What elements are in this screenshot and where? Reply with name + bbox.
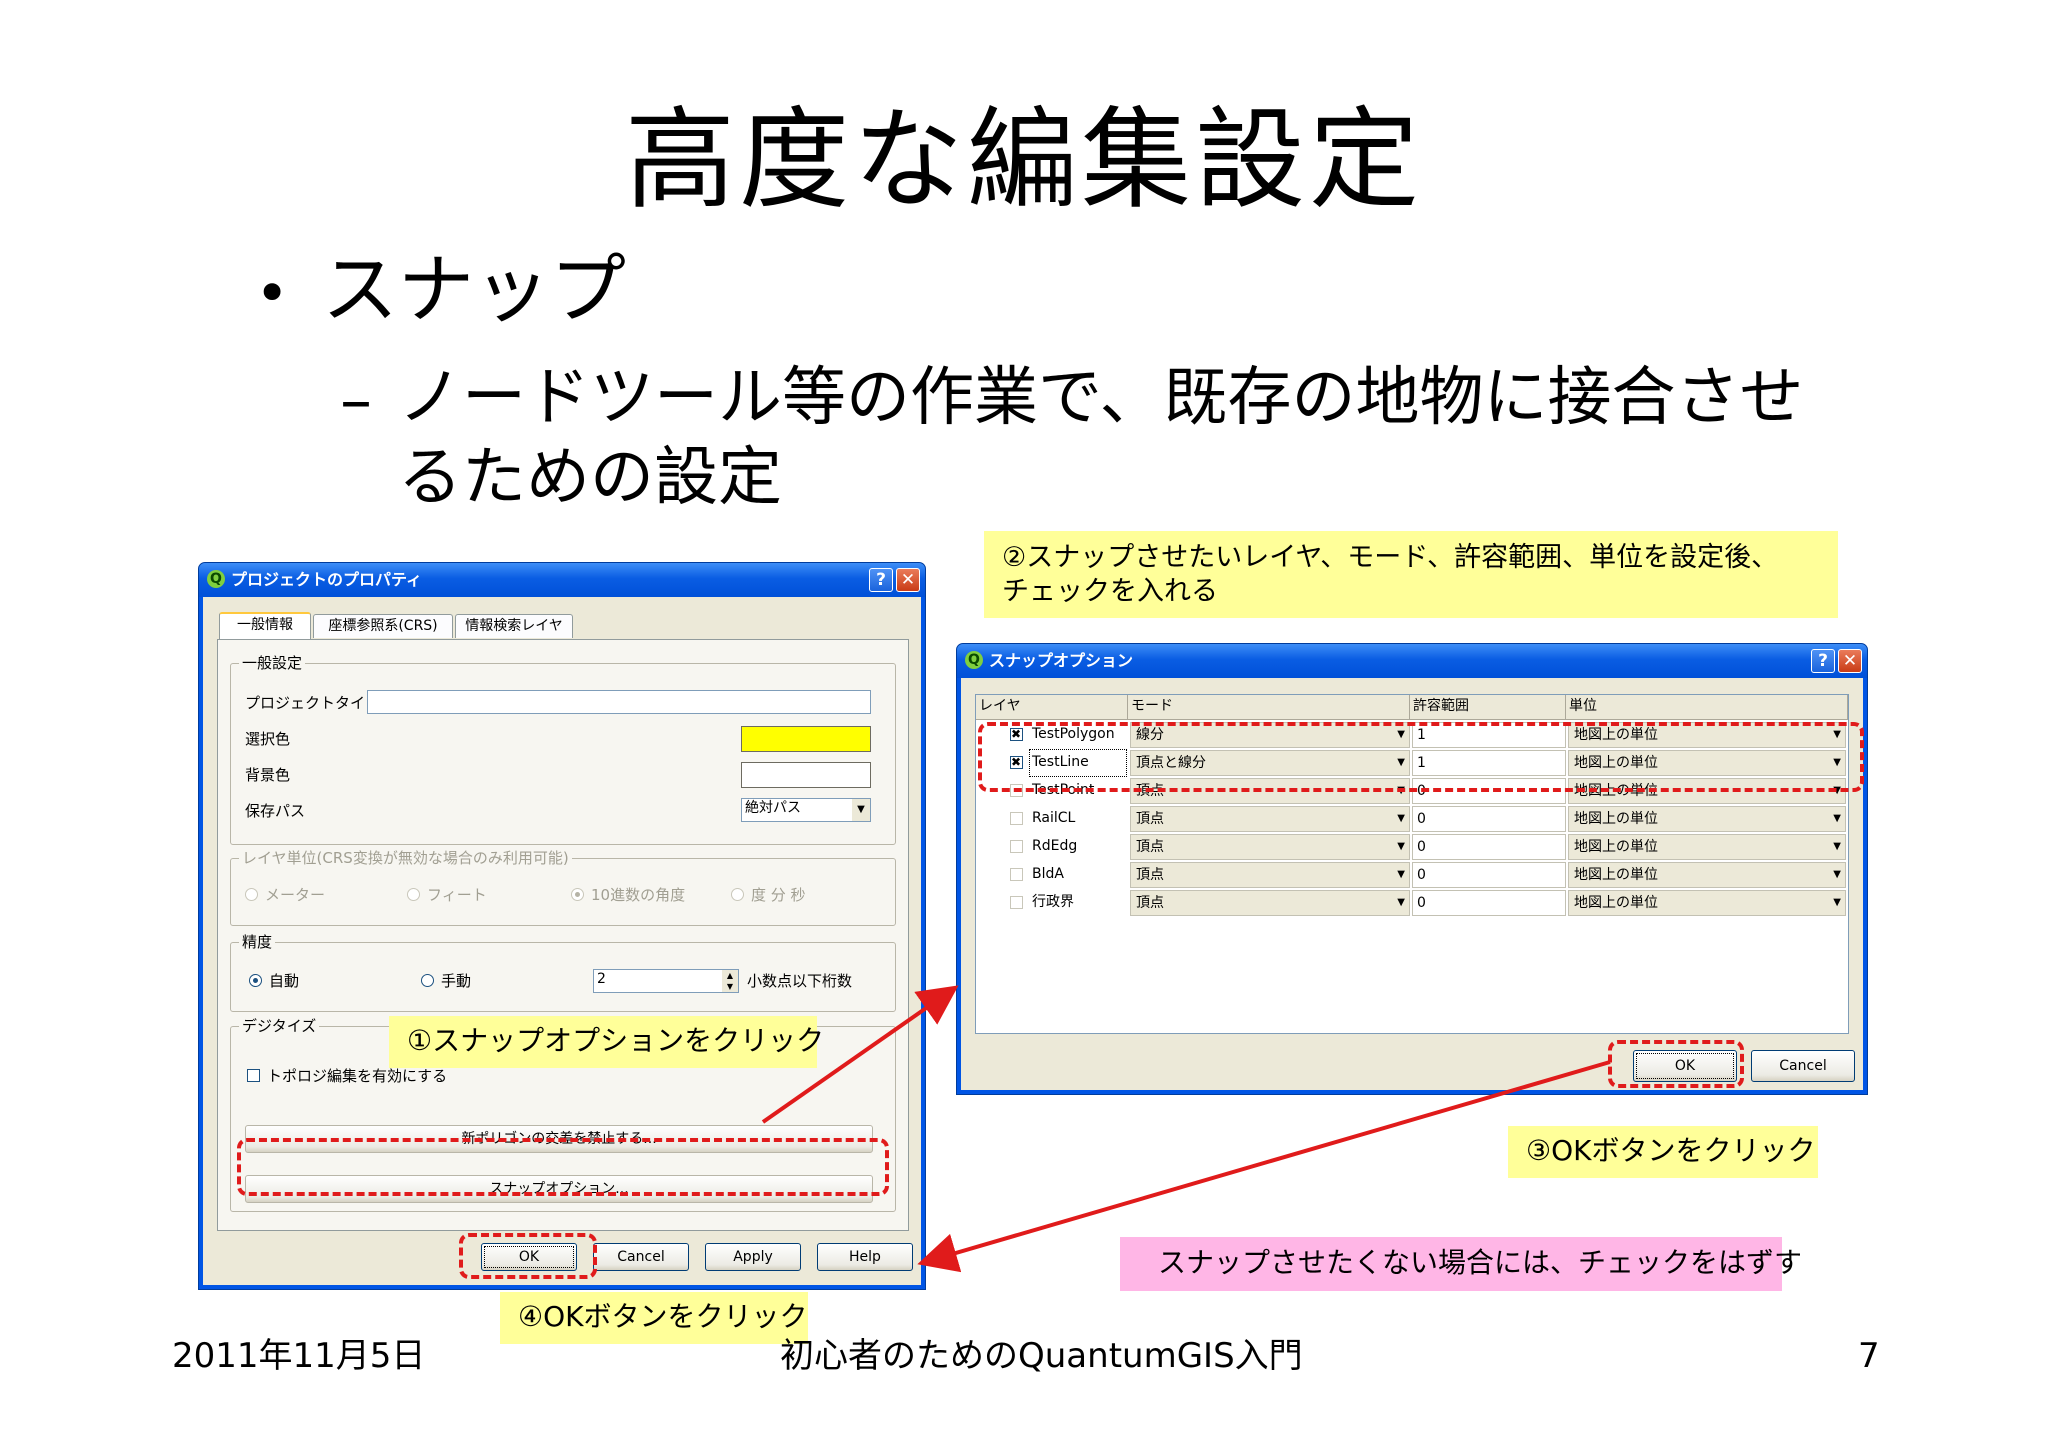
page-number: 7 — [1858, 1336, 1880, 1376]
arrow-to-snapping-window — [761, 985, 959, 1124]
footer-title: 初心者のためのQuantumGIS入門 — [780, 1336, 1303, 1376]
footer-date: 2011年11月5日 — [172, 1336, 426, 1376]
annotation-arrows — [761, 985, 1611, 1273]
arrow-to-properties-ok — [917, 1060, 1611, 1273]
